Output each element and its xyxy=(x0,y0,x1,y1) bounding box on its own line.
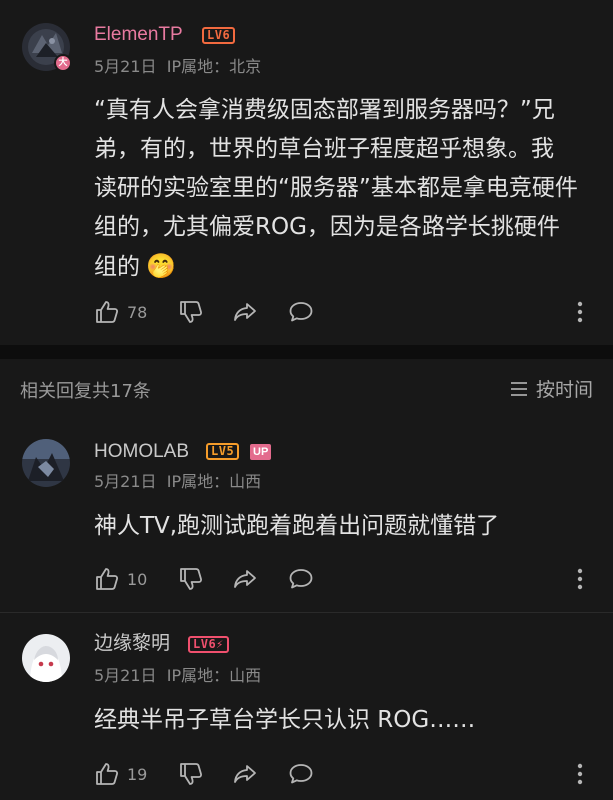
more-icon xyxy=(576,761,584,787)
thumbs-down-icon xyxy=(178,566,204,592)
comment-meta: 5月21日 IP属地：山西 xyxy=(94,472,261,492)
comment-meta: 5月21日 IP属地：山西 xyxy=(94,666,261,686)
dislike-button[interactable] xyxy=(178,759,204,789)
thumbs-up-icon xyxy=(94,566,120,592)
avatar[interactable] xyxy=(22,439,70,487)
dislike-button[interactable] xyxy=(178,564,204,594)
divider xyxy=(0,612,613,613)
more-icon xyxy=(576,299,584,325)
reply-actions: 10 xyxy=(94,564,599,594)
like-button[interactable]: 10 xyxy=(94,564,147,594)
ip-location: IP属地：北京 xyxy=(166,57,262,76)
avatar-rank-badge: 大 xyxy=(54,54,72,72)
reply-body: 经典半吊子草台学长只认识 ROG…… xyxy=(94,707,476,733)
comment-icon xyxy=(288,761,314,787)
reply-count: 相关回复共17条 xyxy=(20,381,151,402)
comment-icon xyxy=(288,299,314,325)
comment-line-text: 组的 xyxy=(94,254,140,280)
comment-date: 5月21日 xyxy=(94,472,157,491)
emoji-covering-mouth: 🤭 xyxy=(146,252,176,280)
dislike-button[interactable] xyxy=(178,297,204,327)
like-count: 19 xyxy=(127,764,148,784)
share-button[interactable] xyxy=(232,564,258,594)
reply-button[interactable] xyxy=(288,564,314,594)
level-badge: LV5 xyxy=(206,443,240,460)
comment-date: 5月21日 xyxy=(94,57,157,76)
sort-button[interactable]: 按时间 xyxy=(510,375,593,402)
share-icon xyxy=(232,299,258,325)
comment-line: “真有人会拿消费级固态部署到服务器吗？”兄 xyxy=(94,97,555,123)
thumbs-up-icon xyxy=(94,299,120,325)
more-icon xyxy=(576,566,584,592)
share-button[interactable] xyxy=(232,297,258,327)
share-button[interactable] xyxy=(232,759,258,789)
level-badge: LV6⚡ xyxy=(188,636,229,653)
comment-line: 组的 🤭 xyxy=(94,247,604,287)
avatar[interactable] xyxy=(22,634,70,682)
ip-location: IP属地：山西 xyxy=(166,472,262,491)
comment-line: 弟，有的，世界的草台班子程度超乎想象。我 xyxy=(94,136,554,162)
level-badge: LV6 xyxy=(202,27,236,44)
thumbs-down-icon xyxy=(178,299,204,325)
reply-button[interactable] xyxy=(288,759,314,789)
like-count: 78 xyxy=(127,302,148,322)
comment-icon xyxy=(288,566,314,592)
like-button[interactable]: 19 xyxy=(94,759,147,789)
comment-meta: 5月21日 IP属地：北京 xyxy=(94,57,261,77)
username[interactable]: 边缘黎明 xyxy=(94,632,170,656)
username[interactable]: HOMOLAB xyxy=(94,440,189,464)
comment-body: “真有人会拿消费级固态部署到服务器吗？”兄 弟，有的，世界的草台班子程度超乎想象… xyxy=(94,91,604,287)
comment-date: 5月21日 xyxy=(94,666,157,685)
thumbs-down-icon xyxy=(178,761,204,787)
sort-label: 按时间 xyxy=(535,379,593,401)
more-button[interactable] xyxy=(576,564,584,594)
username[interactable]: ElemenTP xyxy=(94,23,183,47)
comment-actions: 78 xyxy=(94,297,599,327)
reply-body: 神人TV,跑测试跑着跑着出问题就懂错了 xyxy=(94,513,500,539)
more-button[interactable] xyxy=(576,759,584,789)
share-icon xyxy=(232,761,258,787)
like-button[interactable]: 78 xyxy=(94,297,147,327)
replies-section: 相关回复共17条 按时间 HOMOLAB LV5 UP 5月21日 IP属地：山… xyxy=(0,359,613,800)
sort-icon xyxy=(510,381,528,397)
reply-actions: 19 xyxy=(94,759,599,789)
thumbs-up-icon xyxy=(94,761,120,787)
share-icon xyxy=(232,566,258,592)
section-separator xyxy=(0,345,613,359)
main-comment: 大 ElemenTP LV6 5月21日 IP属地：北京 “真有人会拿消费级固态… xyxy=(0,0,613,345)
up-badge: UP xyxy=(250,444,272,460)
reply-button[interactable] xyxy=(288,297,314,327)
ip-location: IP属地：山西 xyxy=(166,666,262,685)
comment-line: 读研的实验室里的“服务器”基本都是拿电竞硬件 xyxy=(94,175,578,201)
like-count: 10 xyxy=(127,569,148,589)
more-button[interactable] xyxy=(576,297,584,327)
comment-line: 组的，尤其偏爱ROG，因为是各路学长挑硬件 xyxy=(94,214,560,240)
